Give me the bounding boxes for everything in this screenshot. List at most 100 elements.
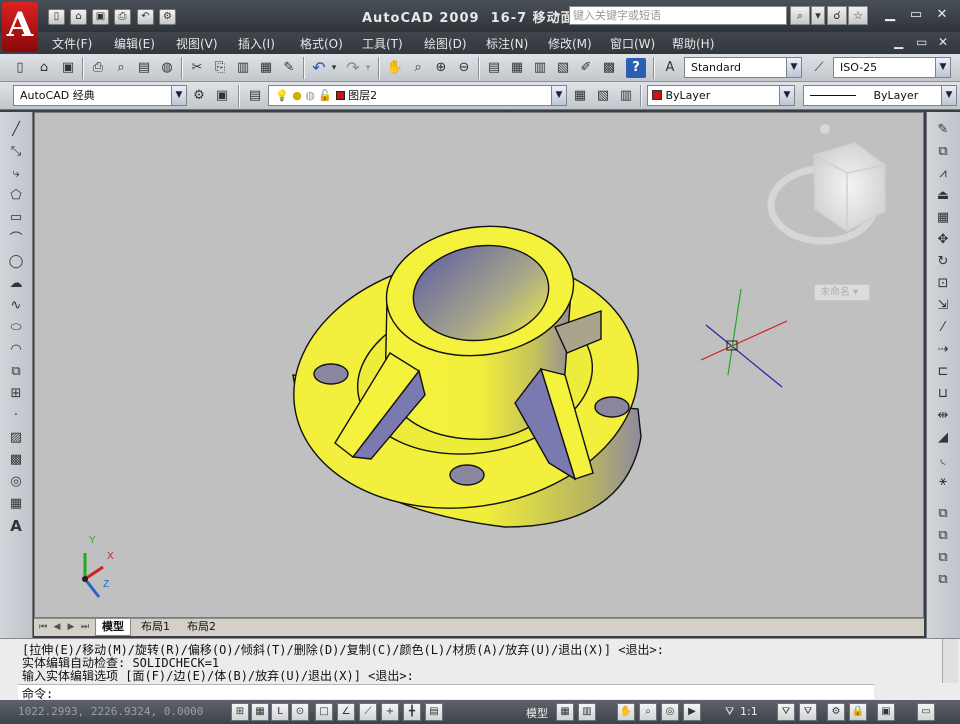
explode-icon[interactable]: ⚹ <box>933 472 953 492</box>
qnew-icon[interactable]: ▯ <box>10 58 30 78</box>
copy-object-icon[interactable]: ⧉ <box>933 142 953 162</box>
workspace-select[interactable]: AutoCAD 经典 ▼ <box>13 85 187 106</box>
insert-block-icon[interactable]: ⧉ <box>6 362 26 382</box>
flange-3d-model[interactable] <box>277 215 654 530</box>
menu-modify[interactable]: 修改(M) <box>548 35 592 52</box>
break-at-point-icon[interactable]: ⊏ <box>933 362 953 382</box>
menu-draw[interactable]: 绘图(D) <box>424 35 467 52</box>
restore-icon[interactable]: ▭ <box>906 7 926 24</box>
extend-icon[interactable]: ⇢ <box>933 340 953 360</box>
design-center-icon[interactable]: ▦ <box>507 58 527 78</box>
object-snap-tracking-icon[interactable]: ∠ <box>337 703 355 721</box>
match-properties-icon[interactable]: ✎ <box>279 58 299 78</box>
model-viewport[interactable]: Y X Z <box>35 113 925 619</box>
linetype-select[interactable]: ByLayer ▼ <box>803 85 957 106</box>
search-icon[interactable]: ⌕ <box>790 6 810 25</box>
doc-restore-icon[interactable]: ▭ <box>916 35 927 49</box>
auto-scale-icon[interactable]: ⛛ <box>799 703 817 721</box>
redo-icon[interactable]: ⚙ <box>159 9 176 25</box>
draw-order-back-icon[interactable]: ⧉ <box>933 526 953 546</box>
named-view-dropdown[interactable]: 未命名 ▾ <box>814 284 870 301</box>
model-space-label[interactable]: 模型 <box>526 705 548 721</box>
layer-state-icon[interactable]: ▥ <box>616 86 636 106</box>
ortho-mode-icon[interactable]: L <box>271 703 289 721</box>
spline-icon[interactable]: ∿ <box>6 296 26 316</box>
polar-tracking-icon[interactable]: ⊙ <box>291 703 309 721</box>
annotation-scale[interactable]: 1:1 <box>740 705 758 718</box>
region-icon[interactable]: ◎ <box>6 472 26 492</box>
doc-minimize-icon[interactable]: ▁ <box>894 35 903 49</box>
zoom-window-icon[interactable]: ⊕ <box>431 58 451 78</box>
menu-insert[interactable]: 插入(I) <box>238 35 275 52</box>
arc-icon[interactable]: ⌒ <box>6 230 26 250</box>
grid-display-icon[interactable]: ▦ <box>251 703 269 721</box>
move-icon[interactable]: ✥ <box>933 230 953 250</box>
status-tray-icon[interactable]: ▣ <box>877 703 895 721</box>
redo-toolbar-icon[interactable]: ↷ <box>343 58 363 78</box>
point-icon[interactable]: · <box>6 406 26 426</box>
command-input[interactable]: 命令: <box>18 684 874 701</box>
offset-icon[interactable]: ⏏ <box>933 186 953 206</box>
sheet-set-icon[interactable]: ▧ <box>553 58 573 78</box>
save-file-icon[interactable]: ▣ <box>58 58 78 78</box>
annotation-visibility-icon[interactable]: ⛛ <box>777 703 795 721</box>
snap-mode-icon[interactable]: ⊞ <box>231 703 249 721</box>
rotate-icon[interactable]: ↻ <box>933 252 953 272</box>
menu-window[interactable]: 窗口(W) <box>610 35 655 52</box>
make-block-icon[interactable]: ⊞ <box>6 384 26 404</box>
favorites-icon[interactable]: ☆ <box>848 6 868 25</box>
revision-cloud-icon[interactable]: ☁ <box>6 274 26 294</box>
menu-edit[interactable]: 编辑(E) <box>114 35 155 52</box>
coordinate-readout[interactable]: 1022.2993, 2226.9324, 0.0000 <box>18 705 203 718</box>
search-expand-icon[interactable]: ▸ <box>556 9 561 20</box>
trim-icon[interactable]: ⁄ <box>933 318 953 338</box>
zoom-realtime-icon[interactable]: ⌕ <box>408 58 428 78</box>
application-menu-logo[interactable]: A <box>2 2 38 52</box>
text-style-select[interactable]: Standard ▼ <box>684 57 802 78</box>
undo-dropdown-icon[interactable]: ▾ <box>329 58 339 78</box>
pan-icon[interactable]: ✋ <box>385 58 405 78</box>
color-select[interactable]: ByLayer ▼ <box>647 85 795 106</box>
zoom-previous-icon[interactable]: ⊖ <box>454 58 474 78</box>
construction-line-icon[interactable]: ⤡ <box>6 142 26 162</box>
paste-icon[interactable]: ▥ <box>233 58 253 78</box>
make-current-layer-icon[interactable]: ▦ <box>570 86 590 106</box>
command-scrollbar[interactable] <box>942 639 958 683</box>
send-under-icon[interactable]: ⧉ <box>933 570 953 590</box>
workspace-icon[interactable]: ▣ <box>212 86 232 106</box>
close-icon[interactable]: ✕ <box>932 7 952 24</box>
gradient-icon[interactable]: ▩ <box>6 450 26 470</box>
minimize-icon[interactable]: ▁ <box>880 7 900 24</box>
plot-preview-icon[interactable]: ⌕ <box>111 58 131 78</box>
first-tab-icon[interactable]: ⏮ <box>37 621 49 634</box>
redo-dropdown-icon[interactable]: ▾ <box>363 58 373 78</box>
hatch-icon[interactable]: ▨ <box>6 428 26 448</box>
erase-icon[interactable]: ✎ <box>933 120 953 140</box>
properties-icon[interactable]: ▤ <box>484 58 504 78</box>
doc-close-icon[interactable]: ✕ <box>938 35 948 49</box>
print-icon[interactable]: ⎙ <box>114 9 131 25</box>
prev-tab-icon[interactable]: ◀ <box>51 621 63 634</box>
quick-view-drawings-icon[interactable]: ▥ <box>578 703 596 721</box>
mirror-icon[interactable]: ⩘ <box>933 164 953 184</box>
menu-tools[interactable]: 工具(T) <box>362 35 403 52</box>
quick-view-layouts-icon[interactable]: ▦ <box>556 703 574 721</box>
undo-icon[interactable]: ↶ <box>137 9 154 25</box>
tool-palettes-icon[interactable]: ▥ <box>530 58 550 78</box>
steering-wheel-icon[interactable]: ◎ <box>661 703 679 721</box>
scale-icon[interactable]: ⊡ <box>933 274 953 294</box>
tab-layout1[interactable]: 布局1 <box>135 619 176 636</box>
help-icon[interactable]: ? <box>626 58 646 78</box>
bring-above-icon[interactable]: ⧉ <box>933 548 953 568</box>
tab-layout2[interactable]: 布局2 <box>181 619 222 636</box>
cut-icon[interactable]: ✂ <box>187 58 207 78</box>
line-icon[interactable]: ╱ <box>6 120 26 140</box>
menu-help[interactable]: 帮助(H) <box>672 35 714 52</box>
multiline-text-icon[interactable]: A <box>6 516 26 536</box>
table-icon[interactable]: ▦ <box>6 494 26 514</box>
markup-icon[interactable]: ✐ <box>576 58 596 78</box>
publish-icon[interactable]: ▤ <box>134 58 154 78</box>
dynamic-ucs-icon[interactable]: ⟋ <box>359 703 377 721</box>
annotation-scale-icon[interactable]: ⛛ <box>725 705 734 719</box>
tab-model[interactable]: 模型 <box>95 619 131 636</box>
